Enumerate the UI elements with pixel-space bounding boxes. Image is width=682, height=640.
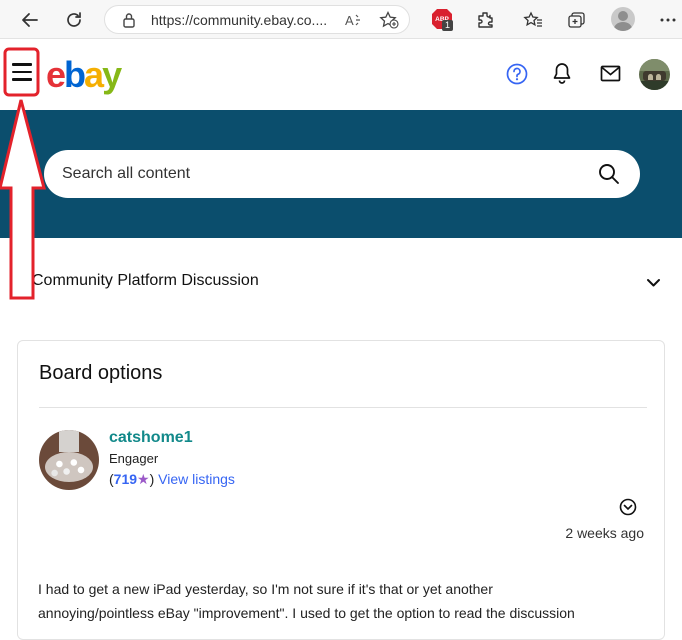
- lock-icon: [123, 13, 135, 28]
- puzzle-icon: [478, 12, 493, 28]
- post-options-chevron-icon[interactable]: [619, 498, 637, 516]
- author-rank: Engager: [109, 451, 159, 466]
- board-title: Community Platform Discussion: [32, 272, 259, 289]
- view-listings-link[interactable]: View listings: [158, 471, 235, 487]
- adblock-extension-button[interactable]: ABP 1: [431, 8, 453, 31]
- feedback-score[interactable]: 719: [114, 471, 137, 487]
- back-button[interactable]: [18, 8, 42, 32]
- favorites-button[interactable]: [521, 8, 545, 32]
- refresh-icon: [67, 12, 81, 27]
- read-aloud-icon[interactable]: A: [345, 12, 363, 28]
- ebay-logo[interactable]: ebay: [46, 54, 122, 96]
- back-arrow-icon: [22, 13, 38, 27]
- author-username[interactable]: catshome1: [109, 429, 193, 447]
- extensions-button[interactable]: [473, 8, 497, 32]
- bell-icon[interactable]: [552, 62, 572, 84]
- collections-button[interactable]: [565, 8, 589, 32]
- author-avatar[interactable]: [39, 430, 99, 490]
- site-header: ebay: [0, 40, 682, 110]
- board-selector[interactable]: Community Platform Discussion: [0, 238, 682, 328]
- board-options-heading[interactable]: Board options: [39, 362, 162, 385]
- more-dots-icon: [660, 18, 676, 22]
- post-timestamp: 2 weeks ago: [565, 525, 644, 541]
- post-body-line: I had to get a new iPad yesterday, so I'…: [38, 581, 493, 597]
- favorites-star-icon: [523, 11, 542, 27]
- user-avatar[interactable]: [639, 59, 670, 90]
- divider: [39, 407, 647, 408]
- search-icon[interactable]: [598, 163, 620, 185]
- browser-toolbar: https://community.ebay.co.... A ABP 1: [0, 0, 682, 39]
- page-content: ebay Search all content Community Platfo…: [0, 40, 682, 640]
- collections-icon: [568, 12, 585, 28]
- author-feedback: (719★) View listings: [109, 471, 235, 488]
- help-icon[interactable]: [506, 63, 528, 85]
- post-body: I had to get a new iPad yesterday, so I'…: [38, 577, 678, 625]
- refresh-button[interactable]: [62, 8, 86, 32]
- browser-profile-avatar[interactable]: [611, 7, 635, 31]
- url-text: https://community.ebay.co....: [151, 12, 328, 28]
- more-options-button[interactable]: [656, 8, 680, 32]
- feedback-star-icon: ★: [137, 471, 150, 487]
- search-hero-banner: Search all content: [0, 110, 682, 238]
- add-favorite-icon[interactable]: [379, 11, 399, 29]
- menu-icon[interactable]: [12, 63, 32, 81]
- feedback-close-paren: ): [149, 471, 155, 487]
- search-input[interactable]: Search all content: [44, 150, 640, 198]
- mail-icon[interactable]: [600, 65, 621, 82]
- address-bar[interactable]: https://community.ebay.co.... A: [104, 5, 410, 34]
- chevron-down-icon[interactable]: [646, 278, 661, 288]
- post-body-line: annoying/pointless eBay "improvement". I…: [38, 605, 575, 621]
- extension-count-badge: 1: [442, 20, 453, 31]
- search-placeholder: Search all content: [62, 165, 191, 182]
- svg-text:A: A: [345, 13, 354, 28]
